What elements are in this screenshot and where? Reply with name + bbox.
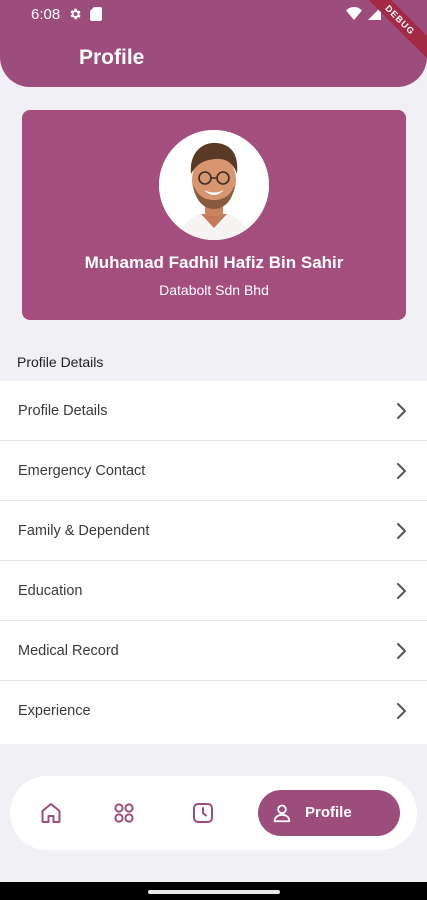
chevron-right-icon [397,463,406,479]
sim-card-icon [90,7,102,21]
clock-icon[interactable] [191,801,215,825]
menu-item-family-dependent[interactable]: Family & Dependent [0,501,427,561]
menu-item-label: Family & Dependent [18,523,150,539]
menu-item-profile-details[interactable]: Profile Details [0,381,427,441]
menu-item-label: Education [18,583,83,599]
menu-item-medical-record[interactable]: Medical Record [0,621,427,681]
chevron-right-icon [397,583,406,599]
menu-item-experience[interactable]: Experience [0,681,427,744]
status-bar: 6:08 DEBUG [0,0,427,65]
nav-item-profile-label: Profile [305,804,352,821]
menu-item-label: Medical Record [18,643,119,659]
user-icon [273,804,291,823]
menu-item-education[interactable]: Education [0,561,427,621]
menu-item-emergency-contact[interactable]: Emergency Contact [0,441,427,501]
chevron-right-icon [397,523,406,539]
status-time: 6:08 [31,6,61,23]
wifi-icon [346,7,362,20]
avatar-photo [159,130,269,240]
menu-item-label: Emergency Contact [18,463,146,479]
status-left-icons [68,7,102,21]
profile-menu-list: Profile Details Emergency Contact Family… [0,381,427,744]
menu-item-label: Experience [18,703,91,719]
bottom-nav: Profile [10,776,417,850]
chevron-right-icon [397,703,406,719]
avatar[interactable] [159,130,269,240]
settings-gear-icon [70,8,81,20]
system-gesture-area [0,882,427,900]
menu-item-label: Profile Details [18,403,108,419]
nav-item-profile[interactable]: Profile [258,790,400,836]
profile-card: Muhamad Fadhil Hafiz Bin Sahir Databolt … [22,110,406,320]
chevron-right-icon [397,403,406,419]
home-indicator[interactable] [148,890,280,894]
apps-grid-icon[interactable] [112,801,136,825]
profile-company: Databolt Sdn Bhd [159,282,269,298]
page-title: Profile [79,46,145,69]
profile-name: Muhamad Fadhil Hafiz Bin Sahir [84,253,344,272]
app-bar: Profile [0,28,427,87]
chevron-right-icon [397,643,406,659]
status-right-icons [346,7,381,20]
section-title: Profile Details [17,354,104,370]
home-icon[interactable] [39,801,63,825]
